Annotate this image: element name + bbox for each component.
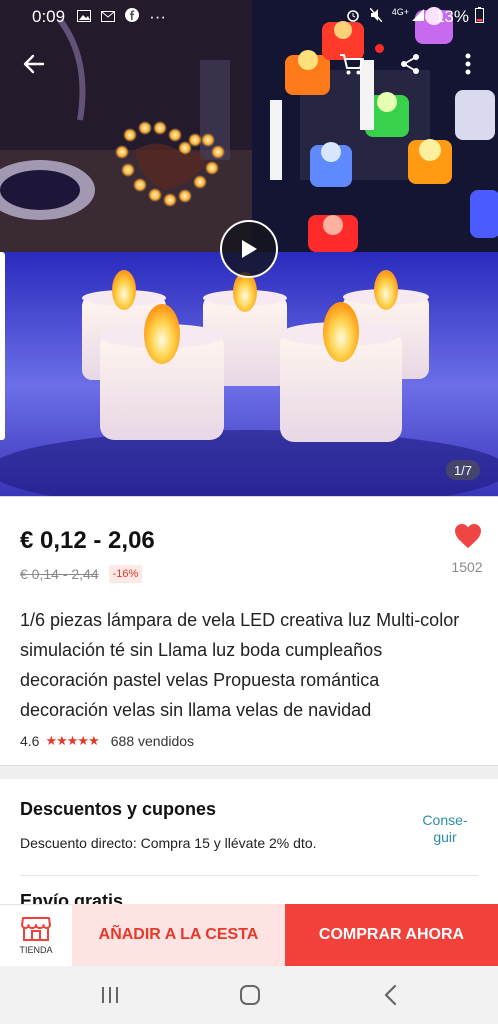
status-bar: 0:09 ··· 4G+ 13% (0, 0, 498, 34)
divider (20, 875, 478, 876)
wishlist-count: 1502 (451, 559, 483, 575)
gallery-icon (77, 9, 92, 26)
heart-icon (455, 524, 481, 548)
home-button[interactable] (230, 980, 270, 1010)
gmail-icon (101, 9, 116, 26)
buy-now-button[interactable]: COMPRAR AHORA (285, 904, 498, 966)
image-counter: 1/7 (446, 460, 480, 480)
cart-notification-dot (375, 44, 384, 53)
add-to-cart-button[interactable]: AÑADIR A LA CESTA (72, 904, 285, 966)
rating-row[interactable]: 4.6 ★★★★★ 688 vendidos (20, 733, 194, 749)
rating-value: 4.6 (20, 733, 40, 749)
get-coupon-link-line2: guir (433, 829, 457, 845)
play-video-button[interactable] (220, 220, 278, 278)
store-label: TIENDA (19, 945, 53, 955)
product-price: € 0,12 - 2,06 (20, 527, 155, 554)
share-icon (401, 54, 419, 74)
recent-apps-icon (102, 987, 118, 1003)
discounts-title: Descuentos y cupones (20, 799, 217, 819)
store-button[interactable]: TIENDA (0, 904, 72, 966)
product-detail-screen: 0:09 ··· 4G+ 13% 1/7 € 0,12 - 2,06 € 0,1… (0, 0, 498, 1024)
more-options-button[interactable] (450, 46, 486, 82)
wishlist-button[interactable] (448, 523, 488, 554)
status-time: 0:09 (32, 7, 66, 26)
sold-count: 688 vendidos (110, 733, 195, 749)
system-navigation-bar (0, 966, 498, 1024)
image-top-toolbar (0, 44, 498, 82)
section-divider (0, 765, 498, 779)
get-coupon-link-line1: Conse- (422, 812, 468, 828)
alarm-icon (346, 8, 360, 26)
cart-button[interactable] (334, 44, 384, 82)
discount-description: Descuento directo: Compra 15 y llévate 2… (20, 835, 317, 851)
original-price-row: € 0,14 - 2,44 -16% (20, 565, 143, 583)
signal-icon (411, 8, 425, 26)
facebook-icon (125, 8, 140, 26)
battery-icon (475, 6, 484, 28)
get-coupon-link[interactable]: Conse- guir (414, 812, 476, 846)
discount-badge: -16% (108, 565, 143, 583)
battery-percentage: 13% (434, 7, 469, 26)
star-rating-icon: ★★★★★ (45, 733, 99, 748)
mute-icon (369, 7, 383, 26)
system-back-button[interactable] (370, 980, 410, 1010)
discounts-section: Descuentos y cupones Descuento directo: … (0, 779, 498, 911)
play-icon (242, 240, 257, 258)
product-title: 1/6 piezas lámpara de vela LED creativa … (20, 610, 460, 720)
back-button[interactable] (16, 46, 52, 82)
home-icon (240, 985, 260, 1005)
product-info-section: € 0,12 - 2,06 € 0,14 - 2,44 -16% 1502 1/… (0, 496, 498, 764)
store-icon (21, 917, 51, 941)
chevron-left-icon (384, 984, 397, 1006)
shopping-cart-icon (340, 54, 364, 75)
network-type-label: 4G+ (391, 7, 409, 17)
more-vertical-icon (465, 53, 471, 75)
gallery-side-handle[interactable] (0, 252, 5, 440)
arrow-left-icon (23, 54, 45, 74)
share-button[interactable] (392, 46, 428, 82)
original-price: € 0,14 - 2,44 (20, 566, 99, 582)
recent-apps-button[interactable] (90, 980, 130, 1010)
more-notifications-indicator: ··· (149, 7, 167, 26)
purchase-action-bar: TIENDA AÑADIR A LA CESTA COMPRAR AHORA (0, 904, 498, 966)
